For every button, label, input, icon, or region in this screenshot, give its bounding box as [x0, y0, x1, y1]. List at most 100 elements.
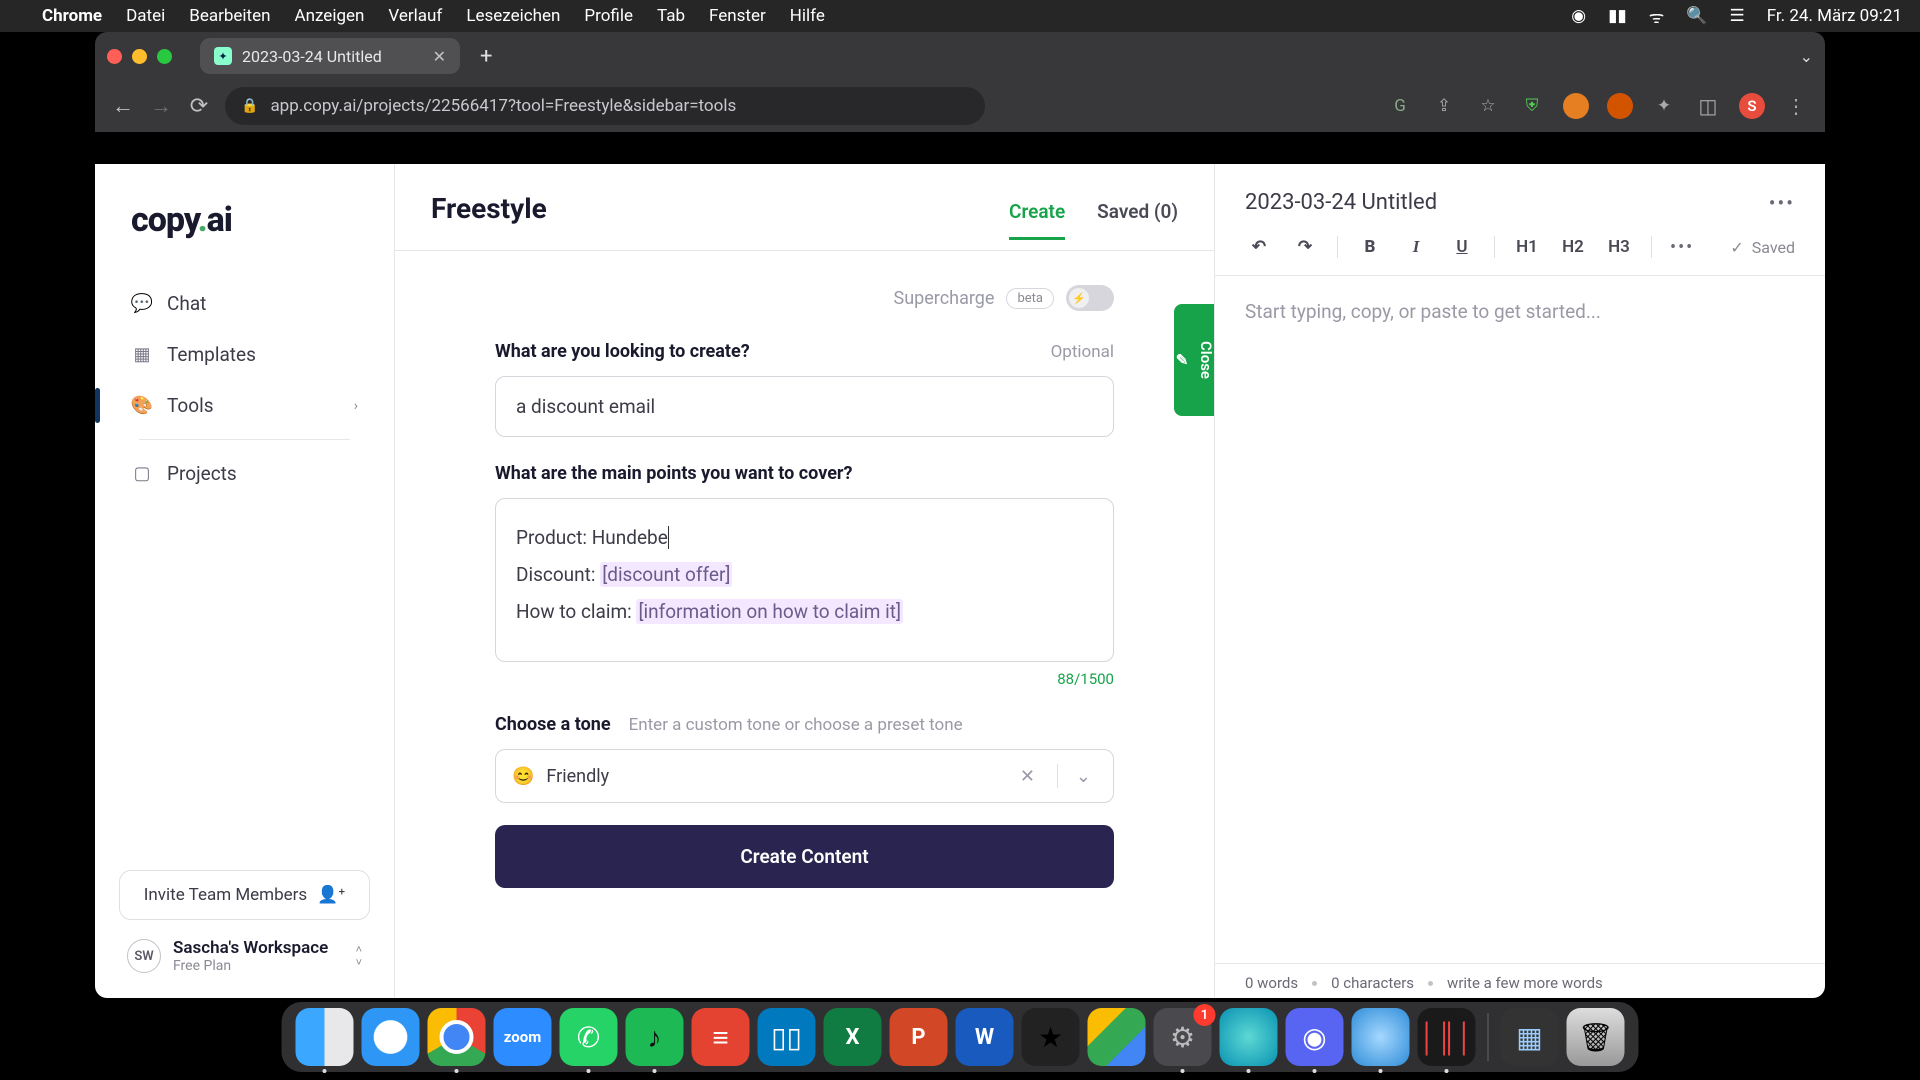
tab-close-icon[interactable]: ✕ [433, 47, 446, 66]
supercharge-toggle[interactable] [1066, 285, 1114, 311]
dock-app-blue-icon[interactable] [1352, 1008, 1410, 1066]
dock-zoom-icon[interactable]: zoom [494, 1008, 552, 1066]
invite-icon: 👤⁺ [317, 885, 345, 905]
sidebar-item-projects[interactable]: ▢ Projects [111, 448, 378, 499]
translate-icon[interactable]: G [1387, 93, 1413, 119]
dock-spotify-icon[interactable]: ♪ [626, 1008, 684, 1066]
workspace-switcher[interactable]: SW Sascha's Workspace Free Plan ˄˅ [119, 920, 370, 974]
dock-divider [1488, 1013, 1489, 1061]
dock-discord-icon[interactable]: ◉ [1286, 1008, 1344, 1066]
search-icon[interactable]: 🔍 [1686, 6, 1707, 26]
dock-chrome-icon[interactable] [428, 1008, 486, 1066]
menu-window[interactable]: Fenster [709, 6, 766, 26]
optional-label: Optional [1051, 342, 1114, 362]
chevron-down-icon[interactable]: ⌄ [1070, 766, 1097, 787]
sidebar-item-templates[interactable]: ▦ Templates [111, 329, 378, 380]
underline-button[interactable]: U [1448, 233, 1476, 261]
wifi-icon[interactable]: ᯤ [1649, 5, 1665, 28]
h3-button[interactable]: H3 [1605, 233, 1633, 261]
dock-trello-icon[interactable]: ▯▯ [758, 1008, 816, 1066]
dock-folder-icon[interactable]: ▦ [1501, 1008, 1559, 1066]
document-title[interactable]: 2023-03-24 Untitled [1245, 190, 1437, 215]
extensions-icon[interactable]: ✦ [1651, 93, 1677, 119]
back-button[interactable]: ← [111, 94, 135, 118]
document-menu-icon[interactable]: ••• [1769, 191, 1795, 215]
control-center-icon[interactable]: ☰ [1729, 6, 1744, 26]
divider [1651, 236, 1652, 258]
editor-footer: 0 words 0 characters write a few more wo… [1215, 963, 1825, 998]
record-icon[interactable]: ◉ [1571, 6, 1586, 26]
editor-body[interactable]: Start typing, copy, or paste to get star… [1215, 276, 1825, 963]
dock-drive-icon[interactable] [1088, 1008, 1146, 1066]
italic-button[interactable]: I [1402, 233, 1430, 261]
window-close-icon[interactable] [107, 49, 122, 64]
browser-menu-icon[interactable]: ⋮ [1783, 93, 1809, 119]
share-icon[interactable]: ⇪ [1431, 93, 1457, 119]
side-panel-icon[interactable]: ◫ [1695, 93, 1721, 119]
dock-app-teal-icon[interactable] [1220, 1008, 1278, 1066]
redo-button[interactable]: ↷ [1291, 233, 1319, 261]
dock-voice-memos-icon[interactable]: │║│ [1418, 1008, 1476, 1066]
menubar-datetime[interactable]: Fr. 24. März 09:21 [1767, 6, 1902, 26]
field-label-points: What are the main points you want to cov… [495, 463, 852, 484]
sidebar-item-label: Tools [167, 394, 214, 417]
menu-file[interactable]: Datei [126, 6, 165, 26]
address-bar[interactable]: 🔒 app.copy.ai/projects/22566417?tool=Fre… [225, 87, 985, 125]
extension-shield-icon[interactable]: ⛨ [1519, 93, 1545, 119]
beta-badge: beta [1006, 288, 1054, 309]
divider [1337, 236, 1338, 258]
menu-app[interactable]: Chrome [42, 6, 102, 26]
dock-trash-icon[interactable]: 🗑 [1567, 1008, 1625, 1066]
tone-hint: Enter a custom tone or choose a preset t… [629, 715, 963, 735]
dock-word-icon[interactable]: W [956, 1008, 1014, 1066]
tab-saved[interactable]: Saved (0) [1097, 200, 1178, 240]
extension-orange1-icon[interactable] [1563, 93, 1589, 119]
dock-imovie-icon[interactable]: ★ [1022, 1008, 1080, 1066]
sidebar-item-tools[interactable]: 🎨 Tools › [111, 380, 378, 431]
menu-bookmarks[interactable]: Lesezeichen [466, 6, 560, 26]
tone-emoji-icon: 😊 [512, 766, 534, 787]
menu-profile[interactable]: Profile [584, 6, 633, 26]
profile-avatar[interactable]: S [1739, 93, 1765, 119]
menu-edit[interactable]: Bearbeiten [189, 6, 270, 26]
sidebar-item-chat[interactable]: 💬 Chat [111, 278, 378, 329]
menu-help[interactable]: Hilfe [790, 6, 825, 26]
bookmark-icon[interactable]: ☆ [1475, 93, 1501, 119]
menu-tab[interactable]: Tab [657, 6, 685, 26]
tone-clear-icon[interactable]: ✕ [1010, 766, 1045, 787]
close-sidebar-button[interactable]: Close ✎ [1174, 304, 1214, 416]
menu-view[interactable]: Anzeigen [295, 6, 365, 26]
extension-orange2-icon[interactable] [1607, 93, 1633, 119]
footer-hint: write a few more words [1447, 974, 1603, 992]
dot-icon [1312, 981, 1317, 986]
window-minimize-icon[interactable] [132, 49, 147, 64]
points-textarea[interactable]: Product: Hundebe Discount: [discount off… [495, 498, 1114, 662]
toolbar-more-icon[interactable]: ••• [1670, 237, 1694, 258]
bold-button[interactable]: B [1356, 233, 1384, 261]
dock-whatsapp-icon[interactable]: ✆ [560, 1008, 618, 1066]
macos-menubar: Chrome Datei Bearbeiten Anzeigen Verlauf… [0, 0, 1920, 32]
browser-tab[interactable]: ✦ 2023-03-24 Untitled ✕ [200, 38, 460, 74]
dock-finder-icon[interactable] [296, 1008, 354, 1066]
tab-overflow-icon[interactable]: ⌄ [1800, 47, 1813, 66]
reload-button[interactable]: ⟳ [187, 94, 211, 118]
dock-safari-icon[interactable] [362, 1008, 420, 1066]
battery-icon[interactable]: ▮▮ [1608, 6, 1627, 26]
dock-todoist-icon[interactable]: ≡ [692, 1008, 750, 1066]
dock-powerpoint-icon[interactable]: P [890, 1008, 948, 1066]
templates-icon: ▦ [131, 344, 153, 366]
create-content-button[interactable]: Create Content [495, 825, 1114, 888]
dock-excel-icon[interactable]: X [824, 1008, 882, 1066]
forward-button[interactable]: → [149, 94, 173, 118]
h1-button[interactable]: H1 [1513, 233, 1541, 261]
invite-button[interactable]: Invite Team Members 👤⁺ [119, 870, 370, 920]
tab-create[interactable]: Create [1009, 200, 1065, 240]
undo-button[interactable]: ↶ [1245, 233, 1273, 261]
dock-settings-icon[interactable]: ⚙1 [1154, 1008, 1212, 1066]
menu-history[interactable]: Verlauf [388, 6, 442, 26]
create-input[interactable] [495, 376, 1114, 437]
h2-button[interactable]: H2 [1559, 233, 1587, 261]
tone-select[interactable]: 😊 Friendly ✕ ⌄ [495, 749, 1114, 803]
window-maximize-icon[interactable] [157, 49, 172, 64]
new-tab-button[interactable]: + [470, 44, 502, 69]
